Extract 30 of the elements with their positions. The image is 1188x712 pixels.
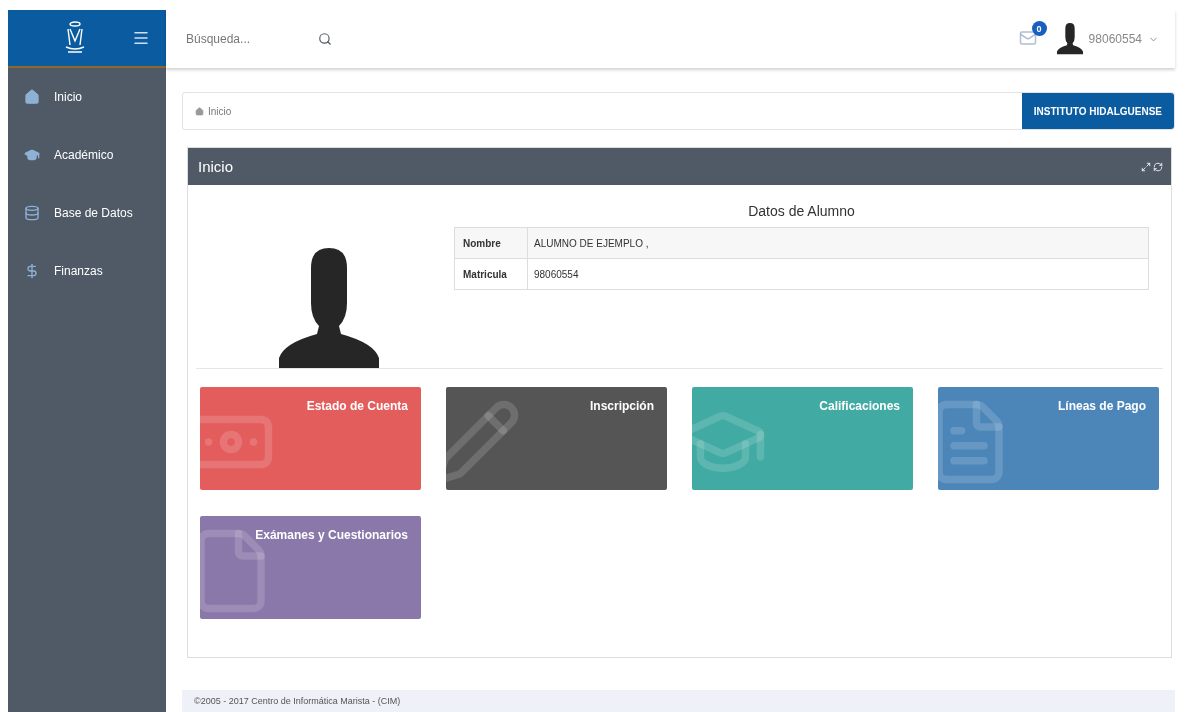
search-icon[interactable] [318,32,332,46]
shortcut-tile[interactable]: Líneas de Pago [938,387,1159,490]
menu-icon[interactable] [132,29,150,47]
mail-icon[interactable] [1018,29,1037,47]
refresh-icon[interactable] [1153,161,1163,172]
shortcut-tile[interactable]: Inscripción [446,387,667,490]
sidebar-item[interactable]: Base de Datos [8,184,166,242]
section-title: Datos de Alumno [747,203,856,219]
breadcrumb-link[interactable]: Inicio [195,105,232,117]
table-header-cell: Matricula [455,259,528,289]
expand-icon[interactable] [1141,161,1151,172]
sidebar-item[interactable]: Académico [8,126,166,184]
table-cell-text: ALUMNO DE EJEMPLO , [533,237,649,249]
logo-icon [64,21,86,55]
dollar-icon [24,263,40,279]
avatar-icon [1056,23,1083,55]
shortcut-tile[interactable]: Estado de Cuenta [200,387,421,490]
panel-title: Inicio [198,158,234,175]
message-count-badge: 0 [1031,21,1047,36]
home-icon [24,89,40,105]
database-icon [24,205,40,221]
institution-button[interactable]: INSTITUTO HIDALGUENSE [1021,93,1174,129]
footer-text: ©2005 - 2017 Centro de Informática Marista - (CIM) [194,696,401,706]
home-icon [195,106,204,116]
shortcut-tile[interactable]: Exámanes y Cuestionarios [200,516,421,619]
graduation-cap-icon [24,147,40,163]
sidebar-item[interactable]: Inicio [8,68,166,126]
table-cell-text: 98060554 [533,268,579,280]
user-menu[interactable]: 98060554 [1056,23,1159,55]
sidebar-item[interactable]: Finanzas [8,242,166,300]
